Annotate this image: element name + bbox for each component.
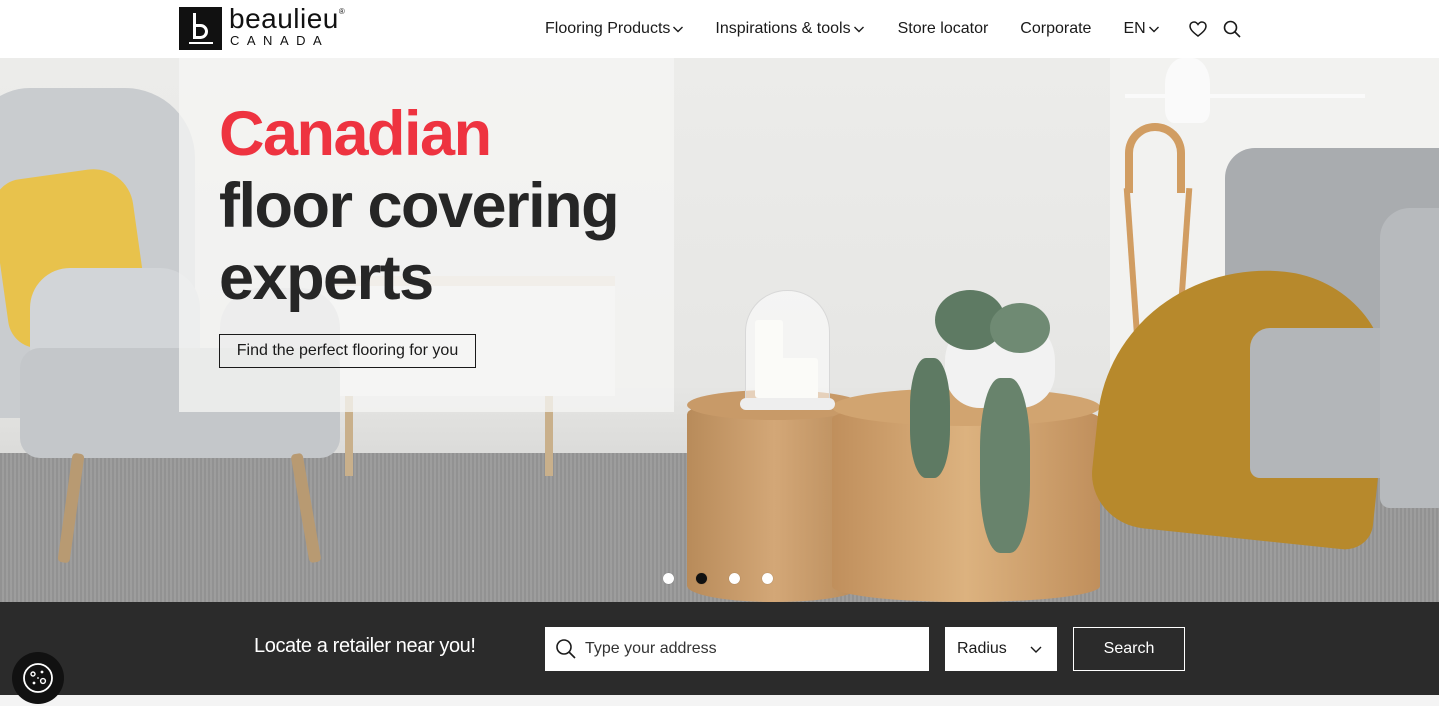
chevron-down-icon — [673, 26, 684, 33]
cookie-settings-button[interactable] — [12, 652, 64, 704]
chevron-down-icon — [1148, 26, 1159, 33]
site-header: beaulieu® CANADA Flooring Products Inspi… — [0, 0, 1439, 58]
hero-headline: Canadian floor covering experts — [219, 98, 620, 314]
language-label: EN — [1123, 20, 1146, 37]
radius-select[interactable]: Radius — [945, 627, 1057, 671]
address-field[interactable] — [545, 627, 929, 671]
nav-flooring-products[interactable]: Flooring Products — [545, 20, 684, 38]
logo-wordmark: beaulieu® CANADA — [229, 5, 346, 48]
hero-wood-stool-large — [832, 403, 1100, 602]
hero-vase — [1165, 58, 1210, 123]
chevron-down-icon — [853, 26, 864, 33]
nav-inspirations-tools-label: Inspirations & tools — [715, 20, 851, 37]
address-input[interactable] — [585, 640, 905, 658]
carousel-dot-2[interactable] — [696, 573, 707, 584]
carousel-dots — [663, 573, 795, 584]
brand-name: beaulieu — [229, 3, 339, 34]
search-icon[interactable] — [1222, 19, 1242, 39]
carousel-dot-1[interactable] — [663, 573, 674, 584]
main-nav: Flooring Products Inspirations & tools S… — [545, 18, 1242, 40]
brand-sub: CANADA — [230, 33, 330, 48]
nav-store-locator[interactable]: Store locator — [898, 20, 989, 38]
cookie-icon — [23, 663, 53, 693]
nav-corporate-label: Corporate — [1020, 20, 1092, 37]
nav-corporate[interactable]: Corporate — [1020, 20, 1091, 38]
find-flooring-button[interactable]: Find the perfect flooring for you — [219, 334, 476, 368]
retailer-locator: Locate a retailer near you! Radius Searc… — [0, 602, 1439, 695]
carousel-dot-4[interactable] — [762, 573, 773, 584]
carousel-dot-3[interactable] — [729, 573, 740, 584]
heart-icon[interactable] — [1188, 19, 1208, 39]
hero-banner: Canadian floor covering experts Find the… — [0, 58, 1439, 602]
beaulieu-logo[interactable]: beaulieu® CANADA — [179, 5, 346, 50]
search-button[interactable]: Search — [1073, 627, 1185, 671]
headline-accent: Canadian — [219, 99, 492, 169]
language-selector[interactable]: EN — [1123, 20, 1159, 38]
nav-store-locator-label: Store locator — [897, 20, 989, 37]
radius-label: Radius — [957, 640, 1007, 657]
search-icon — [556, 639, 576, 659]
locator-title: Locate a retailer near you! — [254, 635, 476, 657]
nav-inspirations-tools[interactable]: Inspirations & tools — [715, 20, 864, 38]
trademark: ® — [338, 7, 346, 16]
headline-line-2: floor covering — [219, 171, 620, 241]
chevron-down-icon — [1030, 646, 1042, 653]
hero-dining-chair — [1125, 123, 1185, 193]
headline-line-3: experts — [219, 243, 434, 313]
logo-mark — [179, 7, 222, 50]
nav-flooring-products-label: Flooring Products — [545, 20, 671, 37]
